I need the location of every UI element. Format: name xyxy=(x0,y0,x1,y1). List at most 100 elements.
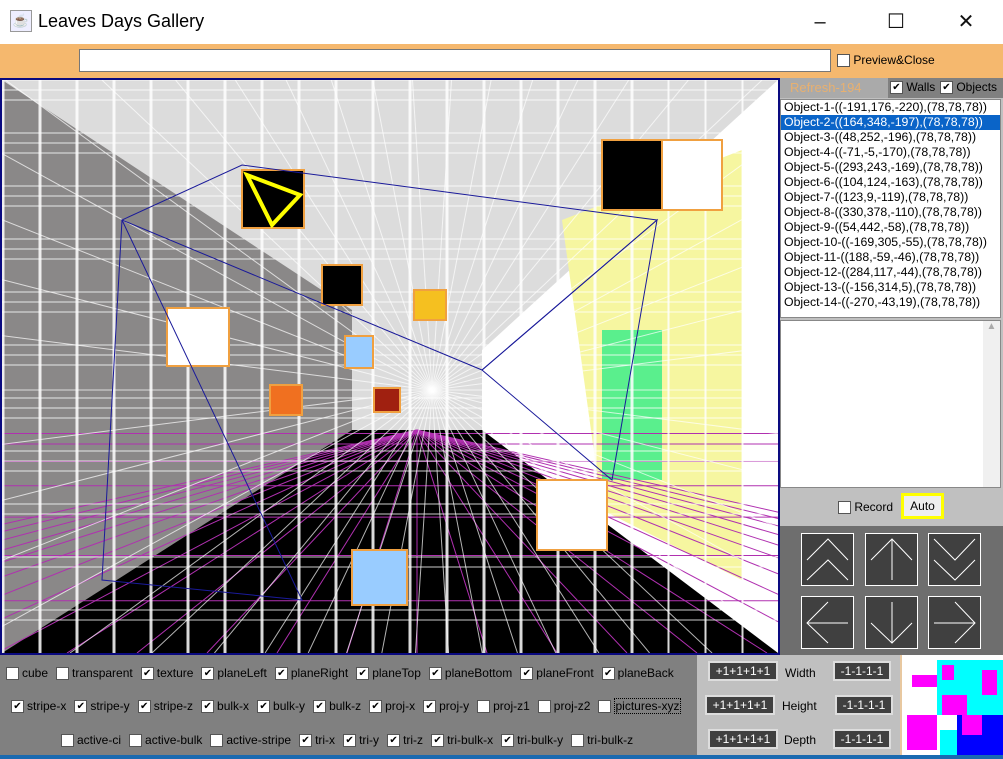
auto-button[interactable]: Auto xyxy=(901,493,944,519)
maximize-button[interactable]: ☐ xyxy=(873,6,919,38)
option-pictures-xyz[interactable]: pictures-xyz xyxy=(598,698,681,714)
option-stripe-x[interactable]: stripe-x xyxy=(11,699,66,714)
list-item[interactable]: Object-9-((54,442,-58),(78,78,78)) xyxy=(781,220,1000,235)
objects-checkbox[interactable]: Objects xyxy=(940,80,997,95)
option-bulk-z[interactable]: bulk-z xyxy=(313,699,361,714)
checkbox-box[interactable] xyxy=(477,700,491,714)
checkbox-box[interactable] xyxy=(74,700,88,714)
walls-checkbox[interactable]: Walls xyxy=(890,80,935,95)
record-checkbox[interactable]: Record xyxy=(838,500,893,515)
scrollbar[interactable]: ▲ xyxy=(983,321,1000,487)
right-button[interactable] xyxy=(928,596,981,649)
option-planeRight[interactable]: planeRight xyxy=(274,666,348,681)
checkbox-box[interactable] xyxy=(313,700,327,714)
checkbox-box[interactable] xyxy=(387,734,401,748)
option-active-bulk[interactable]: active-bulk xyxy=(129,733,202,748)
width-decrease-button[interactable]: -1-1-1-1 xyxy=(833,661,891,681)
option-planeTop[interactable]: planeTop xyxy=(356,666,421,681)
option-stripe-y[interactable]: stripe-y xyxy=(74,699,130,714)
option-tri-z[interactable]: tri-z xyxy=(387,733,423,748)
checkbox-box[interactable] xyxy=(210,734,224,748)
option-tri-bulk-x[interactable]: tri-bulk-x xyxy=(431,733,493,748)
option-proj-z1[interactable]: proj-z1 xyxy=(477,699,530,714)
objects-list[interactable]: Object-1-((-191,176,-220),(78,78,78)) Obj… xyxy=(780,99,1001,318)
checkbox-box[interactable] xyxy=(428,667,442,681)
option-planeFront[interactable]: planeFront xyxy=(520,666,594,681)
list-item[interactable]: Object-4-((-71,-5,-170),(78,78,78)) xyxy=(781,145,1000,160)
down-button[interactable] xyxy=(865,596,918,649)
list-item[interactable]: Object-10-((-169,305,-55),(78,78,78)) xyxy=(781,235,1000,250)
list-item[interactable]: Object-5-((293,243,-169),(78,78,78)) xyxy=(781,160,1000,175)
option-stripe-z[interactable]: stripe-z xyxy=(137,699,193,714)
option-tri-bulk-z[interactable]: tri-bulk-z xyxy=(571,733,633,748)
option-tri-y[interactable]: tri-y xyxy=(343,733,379,748)
checkbox-box[interactable] xyxy=(140,667,154,681)
option-proj-z2[interactable]: proj-z2 xyxy=(537,699,590,714)
checkbox-box[interactable] xyxy=(6,667,19,681)
checkbox-box[interactable] xyxy=(356,667,370,681)
scroll-up-icon[interactable]: ▲ xyxy=(983,321,1000,332)
list-item[interactable]: Object-14-((-270,-43,19),(78,78,78)) xyxy=(781,295,1000,310)
checkbox-box[interactable] xyxy=(940,81,953,95)
preview-close-checkbox[interactable]: Preview&Close xyxy=(837,53,935,68)
checkbox-box[interactable] xyxy=(520,667,534,681)
option-tri-bulk-y[interactable]: tri-bulk-y xyxy=(501,733,563,748)
option-tri-x[interactable]: tri-x xyxy=(299,733,335,748)
checkbox-box[interactable] xyxy=(201,700,215,714)
list-item[interactable]: Object-13-((-156,314,5),(78,78,78)) xyxy=(781,280,1000,295)
width-increase-button[interactable]: +1+1+1+1 xyxy=(708,661,778,681)
option-proj-x[interactable]: proj-x xyxy=(369,699,415,714)
checkbox-box[interactable] xyxy=(369,700,383,714)
left-button[interactable] xyxy=(801,596,854,649)
checkbox-box[interactable] xyxy=(571,734,585,748)
option-planeBottom[interactable]: planeBottom xyxy=(428,666,512,681)
checkbox-box[interactable] xyxy=(598,700,612,714)
option-planeLeft[interactable]: planeLeft xyxy=(201,666,267,681)
checkbox-box[interactable] xyxy=(257,700,271,714)
list-item[interactable]: Object-3-((48,252,-196),(78,78,78)) xyxy=(781,130,1000,145)
option-proj-y[interactable]: proj-y xyxy=(423,699,469,714)
option-texture[interactable]: texture xyxy=(140,666,193,681)
height-decrease-button[interactable]: -1-1-1-1 xyxy=(835,695,893,715)
checkbox-box[interactable] xyxy=(501,734,515,748)
checkbox-box[interactable] xyxy=(838,501,851,515)
double-down-button[interactable] xyxy=(928,533,981,586)
close-button[interactable]: ✕ xyxy=(943,6,989,38)
checkbox-box[interactable] xyxy=(137,700,151,714)
list-item[interactable]: Object-8-((330,378,-110),(78,78,78)) xyxy=(781,205,1000,220)
checkbox-box[interactable] xyxy=(601,667,615,681)
checkbox-box[interactable] xyxy=(299,734,313,748)
minimize-button[interactable]: – xyxy=(797,6,843,38)
option-transparent[interactable]: transparent xyxy=(56,666,133,681)
checkbox-box[interactable] xyxy=(537,700,551,714)
list-item[interactable]: Object-1-((-191,176,-220),(78,78,78)) xyxy=(781,100,1000,115)
checkbox-box[interactable] xyxy=(890,81,903,95)
up-button[interactable] xyxy=(865,533,918,586)
checkbox-box[interactable] xyxy=(431,734,445,748)
double-up-button[interactable] xyxy=(801,533,854,586)
checkbox-box[interactable] xyxy=(423,700,437,714)
3d-gallery-viewport[interactable] xyxy=(0,78,780,655)
list-item[interactable]: Object-7-((123,9,-119),(78,78,78)) xyxy=(781,190,1000,205)
option-cube[interactable]: cube xyxy=(6,666,48,681)
checkbox-box[interactable] xyxy=(56,667,70,681)
option-active-ci[interactable]: active-ci xyxy=(61,733,121,748)
checkbox-box[interactable] xyxy=(61,734,74,748)
list-item[interactable]: Object-12-((284,117,-44),(78,78,78)) xyxy=(781,265,1000,280)
checkbox-box[interactable] xyxy=(201,667,215,681)
depth-decrease-button[interactable]: -1-1-1-1 xyxy=(833,729,891,749)
checkbox-box[interactable] xyxy=(11,700,24,714)
checkbox-box[interactable] xyxy=(343,734,357,748)
list-item[interactable]: Object-2-((164,348,-197),(78,78,78)) xyxy=(781,115,1000,130)
search-input[interactable] xyxy=(79,49,831,72)
checkbox-box[interactable] xyxy=(274,667,288,681)
info-textarea[interactable]: ▲ xyxy=(780,320,1001,488)
list-item[interactable]: Object-6-((104,124,-163),(78,78,78)) xyxy=(781,175,1000,190)
option-bulk-y[interactable]: bulk-y xyxy=(257,699,305,714)
option-planeBack[interactable]: planeBack xyxy=(601,666,674,681)
list-item[interactable]: Object-11-((188,-59,-46),(78,78,78)) xyxy=(781,250,1000,265)
height-increase-button[interactable]: +1+1+1+1 xyxy=(705,695,775,715)
refresh-button[interactable]: Refresh-194 xyxy=(780,78,888,98)
option-bulk-x[interactable]: bulk-x xyxy=(201,699,249,714)
checkbox-box[interactable] xyxy=(129,734,143,748)
